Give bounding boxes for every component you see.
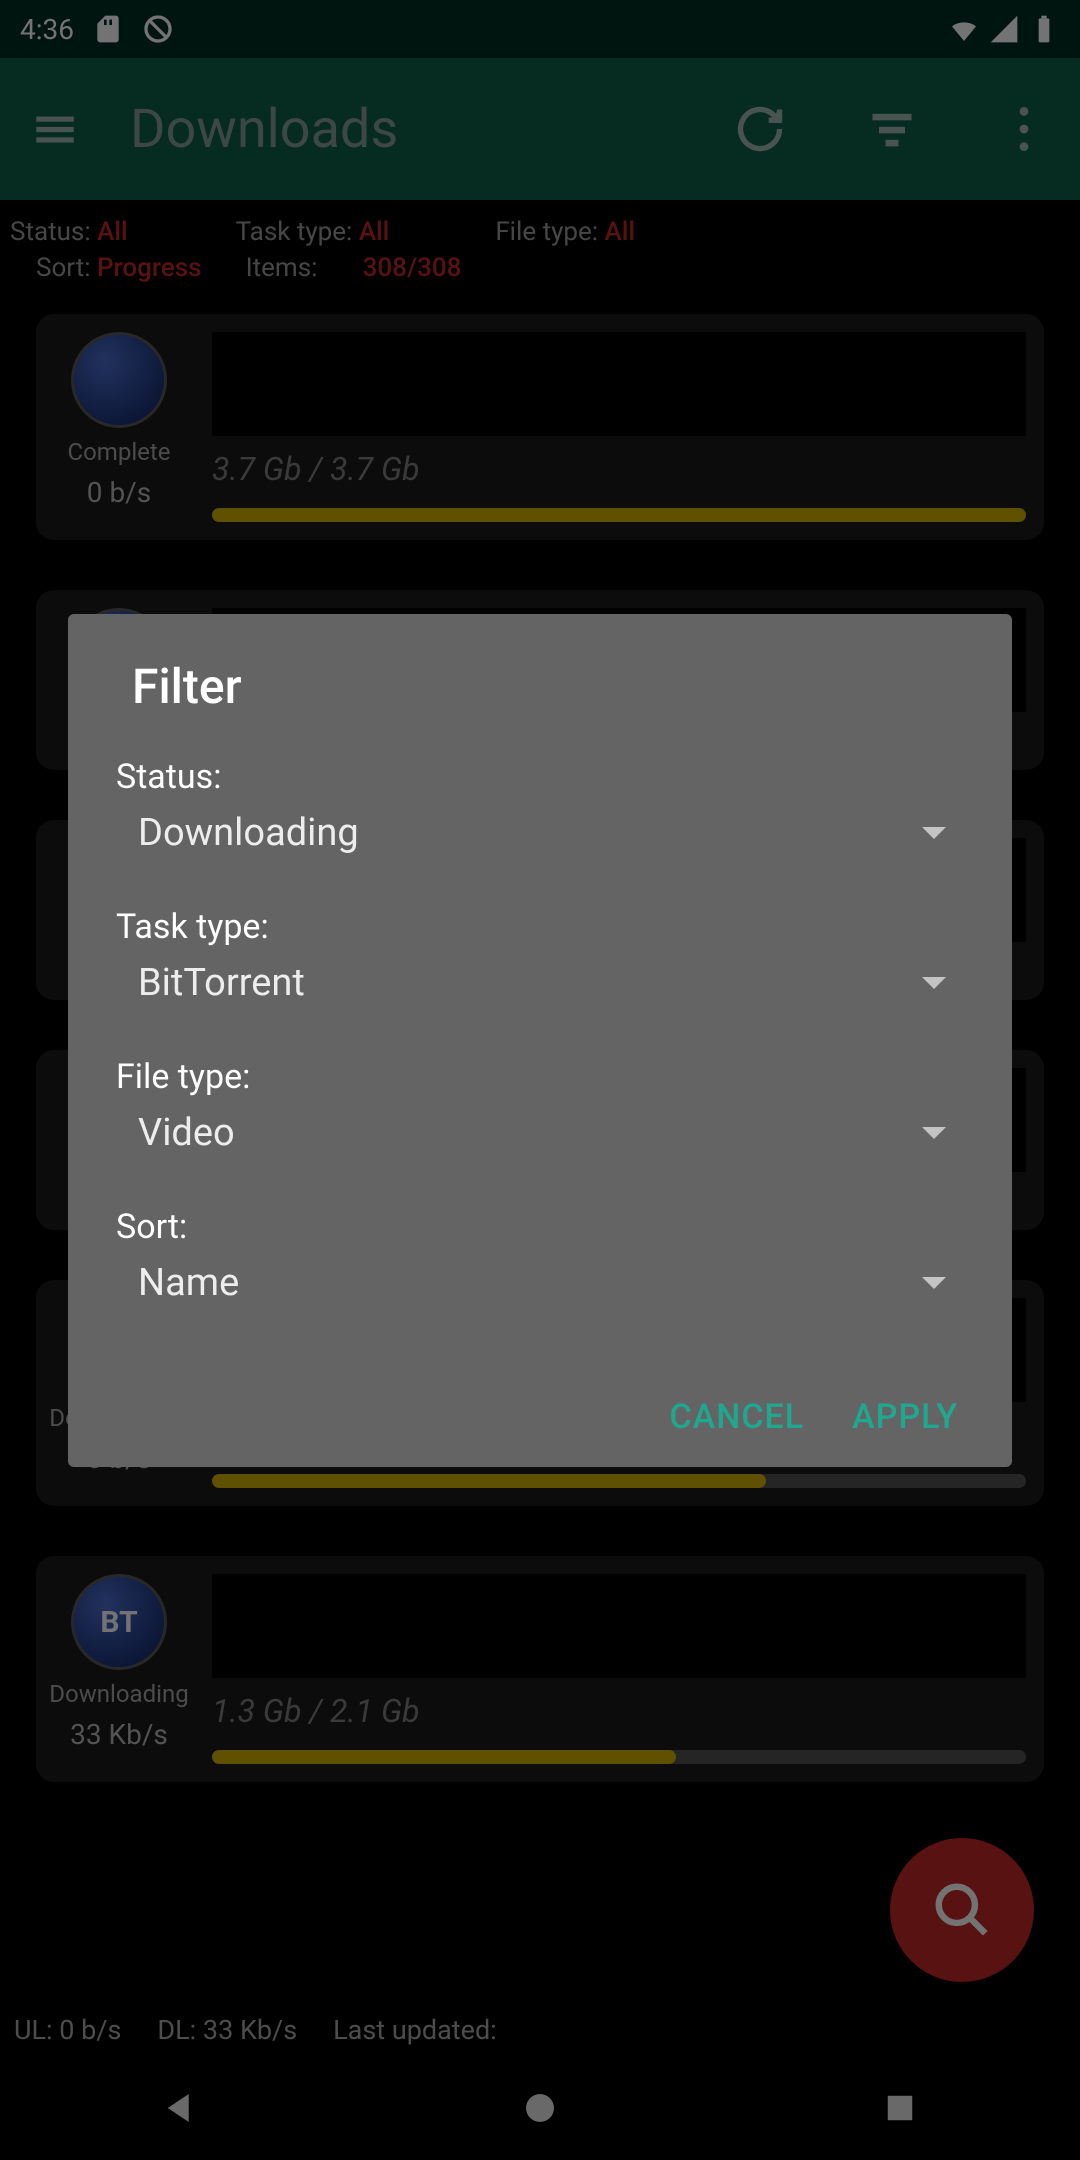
- apply-button[interactable]: APPLY: [852, 1397, 958, 1437]
- cancel-button[interactable]: CANCEL: [669, 1397, 804, 1437]
- sort-select-value: Name: [138, 1261, 239, 1305]
- chevron-down-icon: [922, 1127, 946, 1139]
- status-select-value: Downloading: [138, 811, 359, 855]
- chevron-down-icon: [922, 1277, 946, 1289]
- chevron-down-icon: [922, 977, 946, 989]
- filetype-select-value: Video: [138, 1111, 235, 1155]
- tasktype-label: Task type:: [116, 907, 964, 947]
- status-label: Status:: [116, 757, 964, 797]
- sort-label: Sort:: [116, 1207, 964, 1247]
- tasktype-select[interactable]: BitTorrent: [116, 957, 964, 1009]
- tasktype-select-value: BitTorrent: [138, 961, 305, 1005]
- dialog-title: Filter: [132, 658, 964, 715]
- sort-select[interactable]: Name: [116, 1257, 964, 1309]
- filter-dialog: Filter Status: Downloading Task type: Bi…: [68, 614, 1012, 1467]
- chevron-down-icon: [922, 827, 946, 839]
- filetype-select[interactable]: Video: [116, 1107, 964, 1159]
- status-select[interactable]: Downloading: [116, 807, 964, 859]
- filetype-label: File type:: [116, 1057, 964, 1097]
